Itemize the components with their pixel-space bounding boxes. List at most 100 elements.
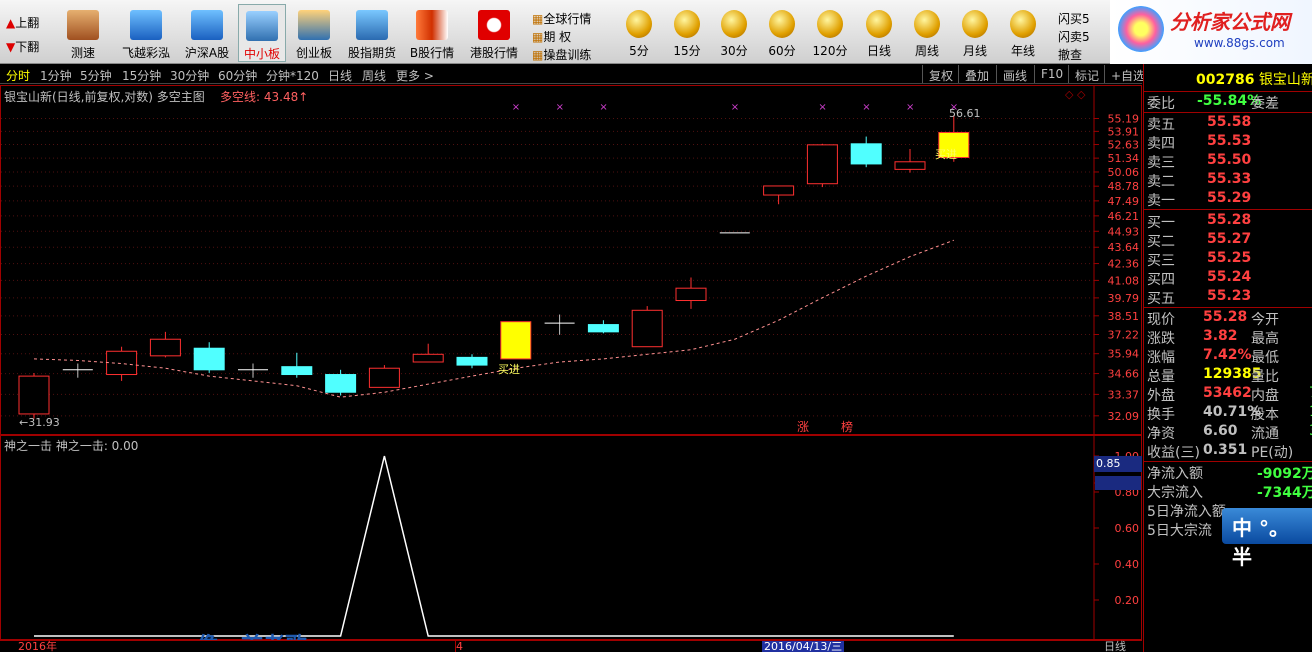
b-share-button[interactable]: B股行情: [404, 4, 460, 62]
hk-label: 港股行情: [469, 46, 518, 60]
y-tick-label: 34.66: [1108, 368, 1140, 381]
flow-label: 大宗流入: [1147, 485, 1203, 501]
sub-chart-panel: 1.000.850.800.600.400.20 神之一击 神之一击: 0.00…: [0, 435, 1142, 652]
period-month-button[interactable]: 月线: [952, 4, 998, 62]
signal-marker: ×: [862, 102, 870, 113]
coin-icon: [626, 10, 652, 38]
tab-30min[interactable]: 30分钟: [170, 67, 209, 84]
buy-signal-label: 买进: [498, 363, 520, 376]
quote-value: 3.82: [1203, 328, 1238, 344]
year-label: 2016年: [18, 640, 57, 652]
bid-price: 55.23: [1207, 288, 1252, 304]
ask-price: 55.58: [1207, 114, 1252, 130]
sme-board-button[interactable]: 中小板: [238, 4, 286, 62]
site-logo: 分析家公式网 www.88gs.com: [1110, 0, 1312, 64]
period-week-button[interactable]: 周线: [904, 4, 950, 62]
quote-label: 外盘: [1147, 388, 1175, 404]
period-day-button[interactable]: 日线: [856, 4, 902, 62]
ask-price: 55.50: [1207, 152, 1252, 168]
hk-flag-icon: [478, 10, 510, 40]
draw-line-button[interactable]: 画线: [996, 65, 1033, 83]
coin-icon: [962, 10, 988, 38]
period-year-label: 年线: [1010, 44, 1035, 58]
tab-intraday[interactable]: 分时: [6, 67, 30, 84]
page-down-button[interactable]: ▼下翻: [6, 38, 39, 55]
quote-value: 0.351: [1203, 442, 1248, 458]
quote-label-2: 股本: [1251, 407, 1279, 423]
cancel-query-button[interactable]: 撤查: [1058, 46, 1082, 63]
ask-price: 55.33: [1207, 171, 1252, 187]
flow-label: 5日大宗流: [1147, 523, 1212, 539]
speed-test-button[interactable]: 测速: [58, 4, 108, 62]
tab-daily[interactable]: 日线: [328, 67, 352, 84]
quote-label: 现价: [1147, 312, 1175, 328]
quote-label-2: 最低: [1251, 350, 1279, 366]
flow-label: 净流入额: [1147, 466, 1203, 482]
feiyue-button[interactable]: 飞越彩泓: [118, 4, 174, 62]
signal-marker: ×: [512, 102, 520, 113]
quote-value: 7.42%: [1203, 347, 1252, 363]
coin-icon: [866, 10, 892, 38]
page-up-button[interactable]: ▲上翻: [6, 14, 39, 31]
divider: [1144, 112, 1312, 113]
sme-icon: [246, 11, 278, 41]
weibi-label: 委比: [1147, 96, 1175, 112]
flash-buy-button[interactable]: 闪买5: [1058, 10, 1090, 27]
signal-marker: ×: [906, 102, 914, 113]
global-quote-button[interactable]: ▦全球行情: [532, 10, 591, 27]
period-120min-button[interactable]: 120分: [806, 4, 854, 62]
ask-label: 卖四: [1147, 136, 1175, 152]
options-button[interactable]: ▦期 权: [532, 28, 571, 45]
quote-label-2: 量比: [1251, 369, 1279, 385]
period-60min-button[interactable]: 60分: [759, 4, 805, 62]
y-tick-label: 39.79: [1108, 292, 1140, 305]
feiyue-icon: [130, 10, 162, 40]
tab-15min[interactable]: 15分钟: [122, 67, 161, 84]
index-futures-button[interactable]: 股指期货: [344, 4, 400, 62]
tab-5min[interactable]: 5分钟: [80, 67, 112, 84]
ask-label: 卖五: [1147, 117, 1175, 133]
bid-label: 买一: [1147, 215, 1175, 231]
tab-1min[interactable]: 1分钟: [40, 67, 72, 84]
input-method-float[interactable]: 中 °。半: [1222, 508, 1312, 569]
quote-label: 收益(三): [1147, 445, 1200, 461]
period-15min-button[interactable]: 15分: [664, 4, 710, 62]
tab-more[interactable]: 更多 >: [396, 67, 434, 84]
y-tick-label: 51.34: [1108, 152, 1140, 165]
hushen-a-button[interactable]: 沪深A股: [182, 4, 232, 62]
period-60min-label: 60分: [768, 44, 796, 58]
tab-60min[interactable]: 60分钟: [218, 67, 257, 84]
y-tick-label: 43.64: [1108, 241, 1140, 254]
bid-price: 55.25: [1207, 250, 1252, 266]
restore-rights-button[interactable]: 复权: [922, 65, 959, 83]
tab-120min[interactable]: 分钟*120: [266, 67, 319, 84]
trading-training-button[interactable]: ▦操盘训练: [532, 46, 591, 63]
hk-button[interactable]: 港股行情: [466, 4, 522, 62]
flash-sell-button[interactable]: 闪卖5: [1058, 28, 1090, 45]
b-share-label: B股行情: [409, 46, 455, 60]
f10-button[interactable]: F10: [1034, 65, 1069, 83]
hushen-icon: [191, 10, 223, 40]
quote-panel: 002786 银宝山新 委比 -55.84% 委差 0.85 卖五 55.58 卖四 55…: [1094, 64, 1312, 652]
quote-value: 6.60: [1203, 423, 1238, 439]
indicator-chart[interactable]: 1.000.850.800.600.400.20: [1, 436, 1141, 639]
period-30min-button[interactable]: 30分: [711, 4, 757, 62]
mark-button[interactable]: 标记: [1068, 65, 1105, 83]
candle-body: [500, 321, 532, 360]
tab-weekly[interactable]: 周线: [362, 67, 386, 84]
period-5min-button[interactable]: 5分: [616, 4, 662, 62]
candlestick-chart[interactable]: 55.1953.9152.6351.3450.0648.78 47.49 46.21…: [1, 86, 1141, 434]
quote-label: 换手: [1147, 407, 1175, 423]
y-tick-label: 44.93: [1108, 225, 1140, 238]
quote-label: 涨幅: [1147, 350, 1175, 366]
overlay-button[interactable]: 叠加: [958, 65, 995, 83]
feiyue-label: 飞越彩泓: [121, 46, 170, 60]
period-label: 日线: [1104, 640, 1126, 652]
period-week-label: 周线: [914, 44, 939, 58]
flash-buy-label: 闪买5: [1058, 12, 1090, 26]
y-tick-label: 55.19: [1108, 112, 1140, 125]
chinext-button[interactable]: 创业板: [290, 4, 338, 62]
period-year-button[interactable]: 年线: [1000, 4, 1046, 62]
period-month-label: 月线: [962, 44, 987, 58]
candle-body: [18, 375, 50, 415]
